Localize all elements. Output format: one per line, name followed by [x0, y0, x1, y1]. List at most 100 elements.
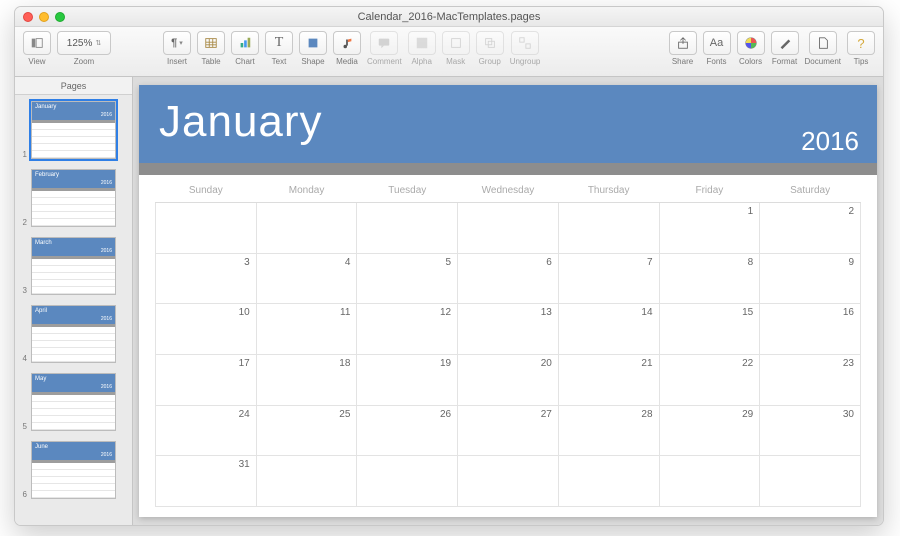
day-cell[interactable]: 17 — [156, 354, 257, 405]
day-cell[interactable]: 22 — [659, 354, 760, 405]
mask-group: Mask — [442, 31, 470, 66]
day-cell[interactable] — [256, 456, 357, 507]
mask-label: Mask — [446, 57, 465, 66]
table-button[interactable] — [197, 31, 225, 55]
day-cell[interactable]: 8 — [659, 253, 760, 304]
thumb-number: 1 — [19, 150, 27, 159]
close-icon[interactable] — [23, 12, 33, 22]
thumb-month: April — [35, 308, 47, 314]
day-cell[interactable]: 20 — [458, 354, 559, 405]
day-cell[interactable]: 1 — [659, 203, 760, 254]
day-cell[interactable] — [558, 456, 659, 507]
alpha-icon — [415, 36, 429, 50]
day-cell[interactable]: 19 — [357, 354, 458, 405]
day-cell[interactable] — [659, 456, 760, 507]
thumb-number: 3 — [19, 286, 27, 295]
tips-button[interactable]: ? — [847, 31, 875, 55]
day-cell[interactable]: 5 — [357, 253, 458, 304]
group-button[interactable] — [476, 31, 504, 55]
day-cell[interactable]: 21 — [558, 354, 659, 405]
thumb-month: May — [35, 376, 46, 382]
day-cell[interactable]: 14 — [558, 304, 659, 355]
document-button[interactable] — [809, 31, 837, 55]
colors-button[interactable] — [737, 31, 765, 55]
page-thumbnail[interactable]: January2016 — [31, 101, 116, 159]
day-cell[interactable]: 4 — [256, 253, 357, 304]
zoom-select[interactable]: 125% ⇅ — [57, 31, 111, 55]
share-button[interactable] — [669, 31, 697, 55]
day-cell[interactable]: 2 — [760, 203, 861, 254]
editor-canvas[interactable]: January 2016 Sunday Monday Tuesday Wedne… — [133, 77, 883, 525]
month-banner: January 2016 — [139, 85, 877, 163]
year-label[interactable]: 2016 — [801, 126, 859, 157]
day-cell[interactable] — [357, 456, 458, 507]
day-cell[interactable]: 28 — [558, 405, 659, 456]
colors-group: Colors — [737, 31, 765, 66]
document-page[interactable]: January 2016 Sunday Monday Tuesday Wedne… — [139, 85, 877, 517]
day-cell[interactable]: 10 — [156, 304, 257, 355]
page-thumbnail[interactable]: March2016 — [31, 237, 116, 295]
calendar-table[interactable]: Sunday Monday Tuesday Wednesday Thursday… — [155, 179, 861, 507]
table-label: Table — [201, 57, 220, 66]
thumb-row: 4 April2016 — [19, 305, 128, 363]
media-button[interactable] — [333, 31, 361, 55]
day-cell[interactable] — [357, 203, 458, 254]
thumbnail-list: 1 January2016 2 February2016 3 — [15, 95, 132, 525]
minimize-icon[interactable] — [39, 12, 49, 22]
chart-button[interactable] — [231, 31, 259, 55]
shape-icon — [306, 36, 320, 50]
day-cell[interactable]: 16 — [760, 304, 861, 355]
chart-group: Chart — [231, 31, 259, 66]
view-button[interactable] — [23, 31, 51, 55]
day-cell[interactable] — [256, 203, 357, 254]
document-label: Document — [805, 57, 841, 66]
ungroup-button[interactable] — [511, 31, 539, 55]
page-thumbnail[interactable]: May2016 — [31, 373, 116, 431]
text-button[interactable]: T — [265, 31, 293, 55]
comment-button[interactable] — [370, 31, 398, 55]
media-label: Media — [336, 57, 358, 66]
mask-button[interactable] — [442, 31, 470, 55]
day-cell[interactable]: 23 — [760, 354, 861, 405]
comment-group: Comment — [367, 31, 402, 66]
day-cell[interactable]: 9 — [760, 253, 861, 304]
thumb-year: 2016 — [101, 180, 112, 186]
page-thumbnail[interactable]: February2016 — [31, 169, 116, 227]
tips-icon: ? — [857, 36, 864, 51]
insert-button[interactable]: ¶ ▾ — [163, 31, 191, 55]
day-cell[interactable] — [156, 203, 257, 254]
day-cell[interactable]: 6 — [458, 253, 559, 304]
day-cell[interactable] — [458, 203, 559, 254]
ungroup-group: Ungroup — [510, 31, 541, 66]
month-title[interactable]: January — [159, 97, 857, 147]
day-cell[interactable]: 30 — [760, 405, 861, 456]
day-cell[interactable]: 18 — [256, 354, 357, 405]
share-group: Share — [669, 31, 697, 66]
day-cell[interactable]: 15 — [659, 304, 760, 355]
day-cell[interactable]: 24 — [156, 405, 257, 456]
format-button[interactable] — [771, 31, 799, 55]
day-cell[interactable]: 11 — [256, 304, 357, 355]
day-cell[interactable]: 12 — [357, 304, 458, 355]
tips-group: ? Tips — [847, 31, 875, 66]
view-group: View — [23, 31, 51, 66]
shape-button[interactable] — [299, 31, 327, 55]
day-cell[interactable]: 27 — [458, 405, 559, 456]
day-cell[interactable]: 29 — [659, 405, 760, 456]
page-thumbnail[interactable]: June2016 — [31, 441, 116, 499]
page-thumbnail[interactable]: April2016 — [31, 305, 116, 363]
day-cell[interactable]: 7 — [558, 253, 659, 304]
alpha-button[interactable] — [408, 31, 436, 55]
day-cell[interactable] — [458, 456, 559, 507]
media-group: Media — [333, 31, 361, 66]
day-cell[interactable]: 3 — [156, 253, 257, 304]
day-cell[interactable]: 26 — [357, 405, 458, 456]
fonts-button[interactable]: Aa — [703, 31, 731, 55]
day-cell[interactable]: 13 — [458, 304, 559, 355]
paragraph-icon: ¶ — [171, 37, 177, 49]
fullscreen-icon[interactable] — [55, 12, 65, 22]
day-cell[interactable] — [558, 203, 659, 254]
day-cell[interactable] — [760, 456, 861, 507]
day-cell[interactable]: 31 — [156, 456, 257, 507]
day-cell[interactable]: 25 — [256, 405, 357, 456]
